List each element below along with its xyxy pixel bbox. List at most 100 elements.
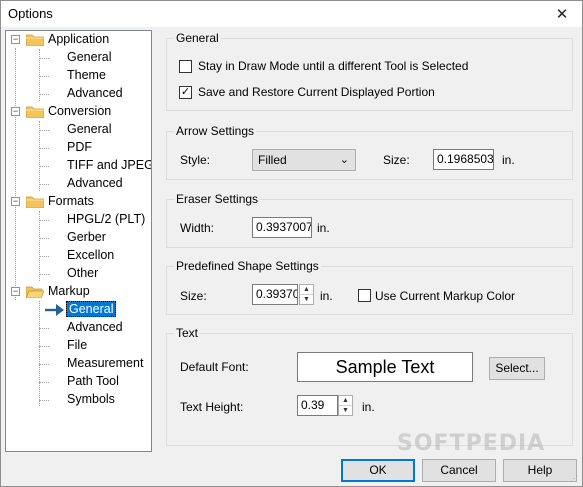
tree-item-formats-other[interactable]: Other xyxy=(67,265,98,282)
tree-item-formats-excellon[interactable]: Excellon xyxy=(67,247,114,264)
tree-connector xyxy=(39,274,49,275)
tree-item-formats-hpgl[interactable]: HPGL/2 (PLT) xyxy=(67,211,145,228)
settings-panel: General Stay in Draw Mode until a differ… xyxy=(152,30,580,452)
tree-item-conversion-tiff-jpeg[interactable]: TIFF and JPEG xyxy=(67,157,151,174)
tree-connector xyxy=(39,346,49,347)
folder-icon xyxy=(26,106,44,118)
tree-connector xyxy=(39,130,49,131)
tree-branch-line xyxy=(39,211,40,281)
tree-item-markup-symbols[interactable]: Symbols xyxy=(67,391,115,408)
tree-connector xyxy=(39,94,49,95)
spin-down-icon[interactable]: ▼ xyxy=(300,295,313,305)
tree-connector xyxy=(39,382,49,383)
stay-in-draw-label[interactable]: Stay in Draw Mode until a different Tool… xyxy=(198,59,468,73)
options-window: Options ✕ − Application General Theme Ad… xyxy=(0,0,583,487)
close-icon: ✕ xyxy=(555,6,569,23)
arrow-settings-legend: Arrow Settings xyxy=(176,124,255,138)
collapse-formats-button[interactable]: − xyxy=(11,197,20,206)
shape-size-input[interactable]: 0.39370 xyxy=(252,284,298,305)
arrow-settings-group: Arrow Settings xyxy=(166,124,573,180)
tree-connector xyxy=(39,184,49,185)
stay-in-draw-checkbox[interactable] xyxy=(179,60,192,73)
spin-up-icon[interactable]: ▲ xyxy=(339,396,352,406)
button-bar: OK Cancel Help xyxy=(1,453,582,486)
tree-connector xyxy=(39,364,49,365)
eraser-settings-legend: Eraser Settings xyxy=(176,192,259,206)
folder-open-icon xyxy=(26,286,44,298)
shape-size-spinner[interactable]: ▲ ▼ xyxy=(299,284,314,305)
tree-connector xyxy=(39,148,49,149)
arrow-style-value: Filled xyxy=(258,153,287,167)
tree-item-markup-general-label: General xyxy=(66,301,117,317)
use-markup-color-label[interactable]: Use Current Markup Color xyxy=(375,289,515,303)
tree-node-markup[interactable]: Markup xyxy=(48,283,90,300)
close-button[interactable]: ✕ xyxy=(542,1,582,27)
tree-item-markup-advanced[interactable]: Advanced xyxy=(67,319,123,336)
tree-item-conversion-pdf[interactable]: PDF xyxy=(67,139,92,156)
save-restore-checkbox[interactable]: ✓ xyxy=(179,86,192,99)
window-title: Options xyxy=(8,6,53,21)
text-height-label: Text Height: xyxy=(180,400,244,414)
text-group: Text xyxy=(166,326,573,446)
arrow-style-label: Style: xyxy=(180,153,211,167)
text-height-spinner[interactable]: ▲ ▼ xyxy=(338,395,353,416)
resize-grip-icon[interactable]: ⋰ xyxy=(570,474,580,484)
eraser-width-label: Width: xyxy=(180,221,215,235)
cancel-button[interactable]: Cancel xyxy=(422,459,496,482)
tree-item-markup-general[interactable]: General xyxy=(66,301,117,318)
checkmark-icon: ✓ xyxy=(180,86,191,98)
options-tree[interactable]: − Application General Theme Advanced − C… xyxy=(5,30,152,452)
tree-item-markup-measurement[interactable]: Measurement xyxy=(67,355,143,372)
text-height-input[interactable]: 0.39 xyxy=(297,395,338,416)
tree-connector xyxy=(39,256,49,257)
tree-item-markup-file[interactable]: File xyxy=(67,337,87,354)
arrow-size-label: Size: xyxy=(383,153,410,167)
tree-item-conversion-advanced[interactable]: Advanced xyxy=(67,175,123,192)
font-sample-box: Sample Text xyxy=(297,352,473,382)
folder-icon xyxy=(26,34,44,46)
select-font-button[interactable]: Select... xyxy=(489,357,545,380)
shape-size-unit: in. xyxy=(320,289,333,303)
collapse-markup-button[interactable]: − xyxy=(11,287,20,296)
tree-connector xyxy=(39,76,49,77)
tree-item-application-advanced[interactable]: Advanced xyxy=(67,85,123,102)
tree-connector xyxy=(39,400,49,401)
use-markup-color-checkbox[interactable] xyxy=(358,289,371,302)
collapse-conversion-button[interactable]: − xyxy=(11,107,20,116)
text-height-unit: in. xyxy=(362,400,375,414)
tree-item-application-theme[interactable]: Theme xyxy=(67,67,106,84)
shape-size-label: Size: xyxy=(180,289,207,303)
tree-branch-line xyxy=(39,301,40,406)
help-button[interactable]: Help xyxy=(503,459,577,482)
eraser-width-input[interactable]: 0.39370078 xyxy=(252,217,312,238)
eraser-settings-group: Eraser Settings xyxy=(166,192,573,248)
tree-connector xyxy=(39,166,49,167)
tree-item-markup-path-tool[interactable]: Path Tool xyxy=(67,373,119,390)
arrow-size-unit: in. xyxy=(502,153,515,167)
eraser-width-unit: in. xyxy=(317,221,330,235)
tree-branch-line xyxy=(39,121,40,191)
save-restore-label[interactable]: Save and Restore Current Displayed Porti… xyxy=(198,85,435,99)
tree-node-application[interactable]: Application xyxy=(48,31,109,48)
selection-arrow-icon xyxy=(45,304,64,316)
collapse-application-button[interactable]: − xyxy=(11,35,20,44)
tree-item-formats-gerber[interactable]: Gerber xyxy=(67,229,106,246)
spin-up-icon[interactable]: ▲ xyxy=(300,285,313,295)
tree-item-application-general[interactable]: General xyxy=(67,49,111,66)
arrow-style-dropdown[interactable]: Filled ⌄ xyxy=(252,149,356,171)
tree-root-line xyxy=(15,48,16,300)
title-bar: Options ✕ xyxy=(1,1,582,27)
spin-down-icon[interactable]: ▼ xyxy=(339,406,352,416)
predefined-shape-group: Predefined Shape Settings xyxy=(166,259,573,315)
tree-connector xyxy=(39,58,49,59)
general-legend: General xyxy=(176,31,219,45)
tree-node-formats[interactable]: Formats xyxy=(48,193,94,210)
tree-node-conversion[interactable]: Conversion xyxy=(48,103,111,120)
tree-connector xyxy=(39,220,49,221)
ok-button[interactable]: OK xyxy=(341,459,415,482)
arrow-size-input[interactable]: 0.19685039 xyxy=(433,149,494,170)
tree-item-conversion-general[interactable]: General xyxy=(67,121,111,138)
tree-connector xyxy=(39,328,49,329)
tree-connector xyxy=(39,238,49,239)
text-legend: Text xyxy=(176,326,199,340)
